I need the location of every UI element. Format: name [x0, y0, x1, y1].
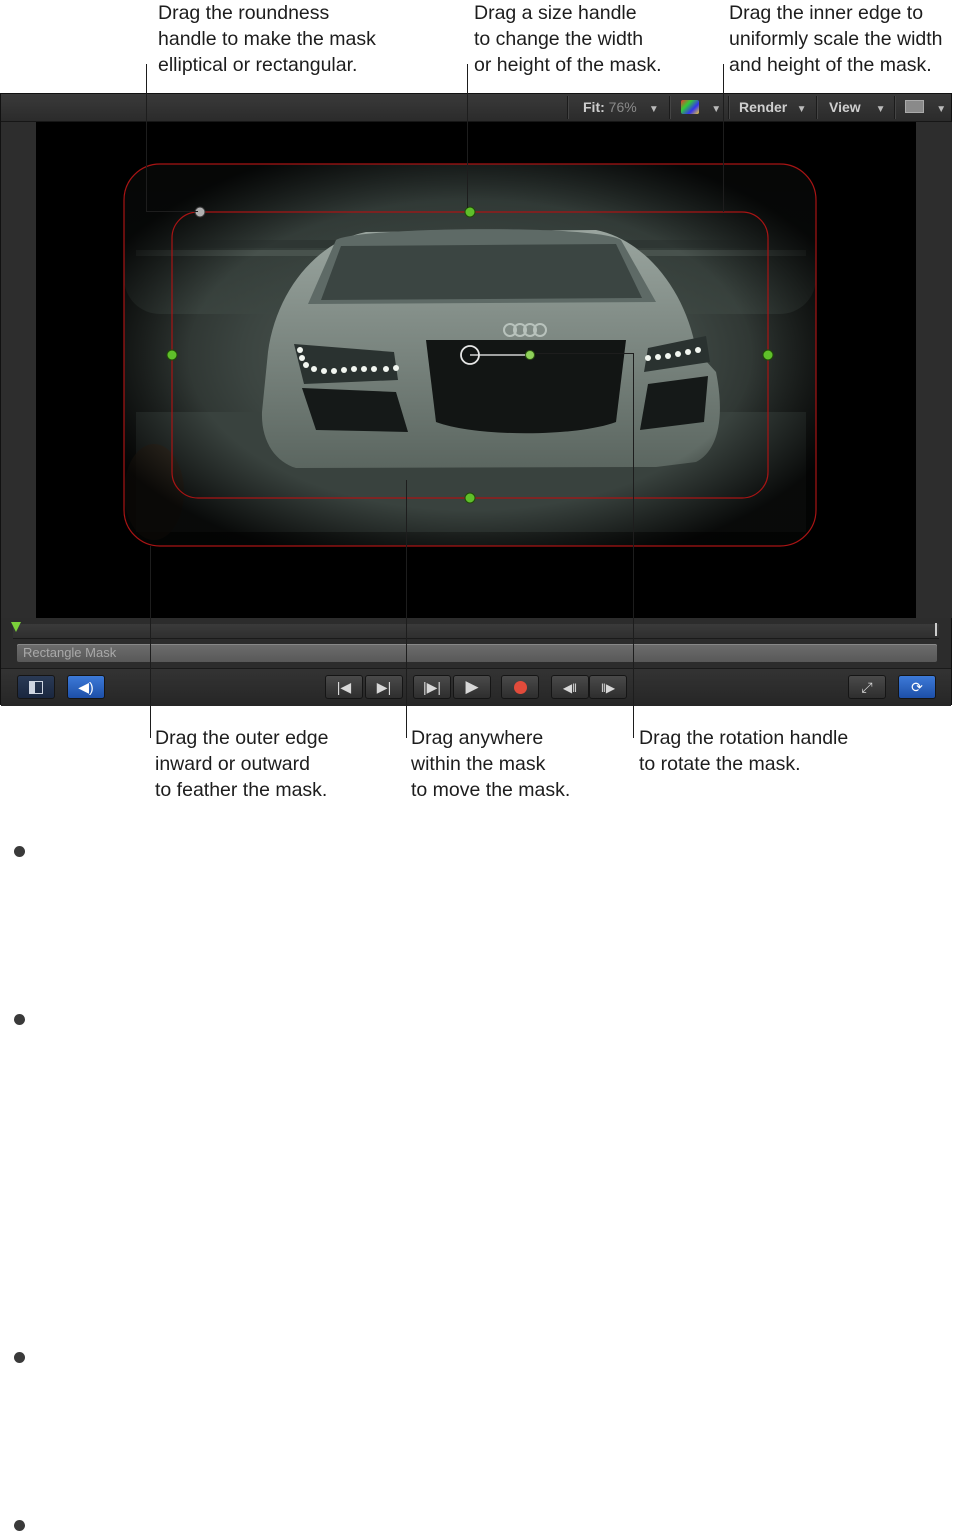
- play-from-start-button[interactable]: |▶|: [413, 675, 451, 699]
- previous-frame-button[interactable]: ◀‖: [551, 675, 589, 699]
- record-icon: [513, 681, 527, 694]
- callout-size-handle: Drag a size handle to change the width o…: [474, 2, 662, 76]
- car-image: [123, 163, 817, 547]
- bullet-point: [14, 1014, 25, 1025]
- color-channels-menu[interactable]: ▼: [681, 98, 721, 117]
- bullet-point: [14, 846, 25, 857]
- canvas-window: Fit: 76% ▼ ▼ Render ▼ View ▼ ▼ Rectangle…: [0, 93, 952, 706]
- mask-bar-label: Rectangle Mask: [23, 645, 117, 660]
- sidebar-toggle-icon: [29, 681, 43, 694]
- next-frame-button[interactable]: ‖▶: [589, 675, 627, 699]
- timeline-ruler[interactable]: [13, 624, 939, 639]
- callout-roundness: Drag the roundness handle to make the ma…: [158, 2, 376, 76]
- go-to-end-icon: ▶|: [376, 679, 392, 695]
- fit-label: Fit:: [583, 99, 605, 115]
- fit-zoom-menu[interactable]: Fit: 76% ▼: [583, 98, 659, 117]
- size-handle-right: [762, 349, 774, 361]
- out-point-icon[interactable]: [935, 623, 937, 636]
- audio-button[interactable]: ◀︎): [67, 675, 105, 699]
- chevron-down-icon: ▼: [702, 104, 722, 115]
- view-menu[interactable]: View ▼: [829, 98, 886, 117]
- loop-button[interactable]: ⟳: [898, 675, 936, 699]
- callout-anywhere: Drag anywhere within the mask to move th…: [411, 727, 571, 801]
- mini-timeline: Rectangle Mask: [1, 618, 951, 668]
- color-channels-icon: [681, 100, 699, 114]
- render-label: Render: [739, 99, 788, 115]
- playhead-icon[interactable]: [11, 622, 21, 632]
- fullscreen-icon: ⤢: [861, 679, 873, 695]
- fullscreen-button[interactable]: ⤢: [848, 675, 886, 699]
- go-to-start-icon: |◀: [336, 679, 352, 695]
- render-menu[interactable]: Render ▼: [739, 98, 807, 117]
- play-icon: ▶: [465, 677, 479, 696]
- next-frame-icon: ‖▶: [600, 681, 616, 695]
- size-handle-bottom: [464, 492, 476, 504]
- view-label: View: [829, 99, 861, 115]
- callout-rotation: Drag the rotation handle to rotate the m…: [639, 727, 849, 775]
- go-to-start-button[interactable]: |◀: [325, 675, 363, 699]
- bullet-point: [14, 1352, 25, 1363]
- play-button[interactable]: ▶: [453, 675, 491, 699]
- sidebar-toggle-button[interactable]: [17, 675, 55, 699]
- layout-menu[interactable]: ▼: [905, 98, 946, 117]
- chevron-down-icon: ▼: [927, 104, 947, 115]
- fit-value: 76%: [608, 99, 637, 115]
- previous-frame-icon: ◀‖: [562, 681, 578, 695]
- audio-icon: ◀︎): [78, 679, 94, 695]
- chevron-down-icon: ▼: [864, 104, 886, 115]
- callout-inner-edge: Drag the inner edge to uniformly scale t…: [729, 2, 943, 76]
- transport-controls: ◀︎) |◀ ▶| |▶| ▶ ◀‖ ‖▶ ⤢ ⟳: [1, 668, 951, 706]
- record-button[interactable]: [501, 675, 539, 699]
- size-handle-top: [464, 206, 476, 218]
- canvas-toolbar: Fit: 76% ▼ ▼ Render ▼ View ▼ ▼: [1, 94, 951, 122]
- loop-icon: ⟳: [911, 679, 923, 695]
- chevron-down-icon: ▼: [640, 104, 659, 115]
- bullet-point: [14, 1520, 25, 1531]
- layout-icon: [905, 100, 924, 113]
- canvas-viewer[interactable]: [36, 122, 916, 618]
- callout-outer-edge: Drag the outer edge inward or outward to…: [155, 727, 329, 801]
- rectangle-mask-bar[interactable]: Rectangle Mask: [17, 644, 937, 662]
- play-from-start-icon: |▶|: [422, 679, 442, 695]
- size-handle-left: [166, 349, 178, 361]
- go-to-end-button[interactable]: ▶|: [365, 675, 403, 699]
- chevron-down-icon: ▼: [791, 104, 807, 115]
